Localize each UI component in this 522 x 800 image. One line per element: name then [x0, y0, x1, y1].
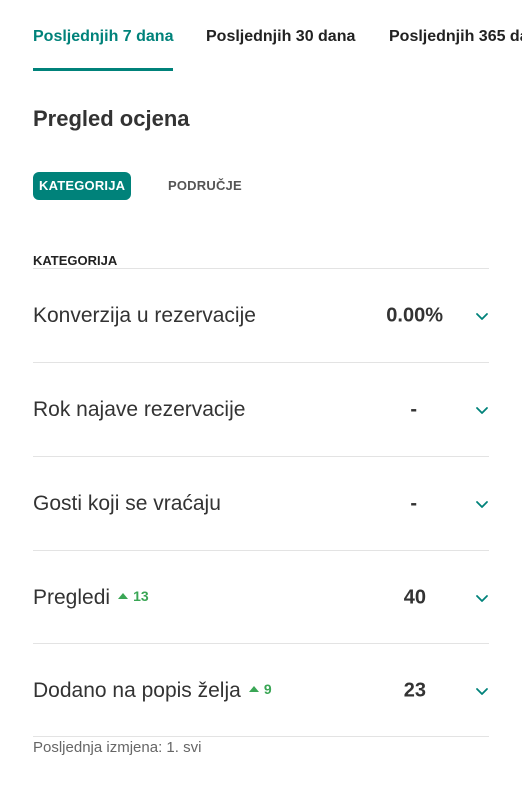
metric-label: Rok najave rezervacije: [33, 397, 246, 421]
metric-label: Pregledi 13: [33, 586, 149, 610]
tab-last-365-days[interactable]: Posljednjih 365 dana: [389, 28, 522, 46]
trend-badge: 13: [118, 588, 149, 604]
triangle-up-icon: [118, 592, 129, 599]
metric-value: 0.00%: [386, 304, 443, 326]
filter-area-button[interactable]: PODRUČJE: [168, 172, 242, 200]
filter-category-button[interactable]: KATEGORIJA: [33, 172, 132, 200]
tab-last-30-days[interactable]: Posljednjih 30 dana: [206, 28, 355, 46]
tab-last-7-days[interactable]: Posljednjih 7 dana: [33, 28, 173, 46]
last-updated-text: Posljednja izmjena: 1. svi: [33, 739, 202, 756]
metric-row-conversion[interactable]: Konverzija u rezervacije 0.00%: [33, 269, 489, 362]
period-tabs: Posljednjih 7 dana Posljednjih 30 dana P…: [0, 0, 522, 72]
trend-value: 13: [133, 587, 149, 604]
metric-value: -: [410, 492, 417, 514]
triangle-up-icon: [248, 685, 259, 692]
chevron-down-icon[interactable]: [475, 686, 489, 696]
divider: [33, 736, 489, 737]
chevron-down-icon[interactable]: [475, 405, 489, 415]
metric-label: Dodano na popis želja 9: [33, 679, 272, 703]
chevron-down-icon[interactable]: [475, 499, 489, 509]
metric-row-wishlist[interactable]: Dodano na popis želja 9 23: [33, 644, 489, 737]
metric-value: 23: [403, 679, 426, 701]
trend-value: 9: [263, 680, 272, 697]
metric-value: 40: [403, 586, 426, 608]
chevron-down-icon[interactable]: [475, 311, 489, 321]
metric-label: Konverzija u rezervacije: [33, 303, 256, 327]
metric-label: Gosti koji se vraćaju: [33, 491, 221, 515]
metric-value: -: [410, 398, 417, 420]
metric-label-text: Dodano na popis želja: [33, 678, 241, 702]
section-header: KATEGORIJA: [33, 253, 118, 268]
chevron-down-icon[interactable]: [475, 593, 489, 603]
page-title: Pregled ocjena: [33, 106, 190, 131]
metric-row-views[interactable]: Pregledi 13 40: [33, 551, 489, 644]
trend-badge: 9: [248, 680, 272, 697]
metric-row-lead-time[interactable]: Rok najave rezervacije -: [33, 363, 489, 456]
active-tab-indicator: [33, 68, 173, 71]
metric-row-returning-guests[interactable]: Gosti koji se vraćaju -: [33, 457, 489, 550]
metric-label-text: Pregledi: [33, 585, 111, 609]
